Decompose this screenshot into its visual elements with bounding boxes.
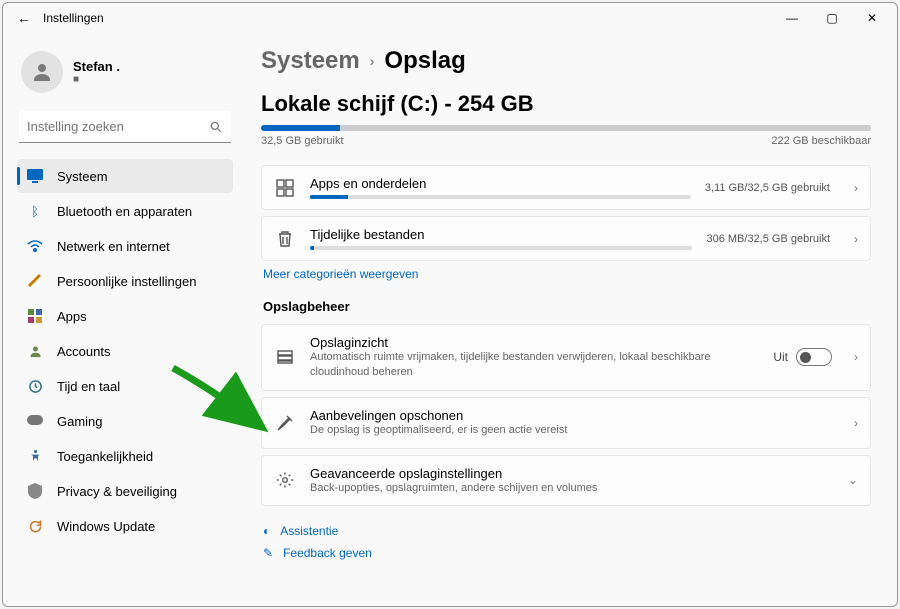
storage-sense-icon — [274, 348, 296, 366]
clock-icon — [27, 378, 43, 394]
sidebar-item-update[interactable]: Windows Update — [17, 509, 233, 543]
storage-sense-toggle[interactable] — [796, 348, 832, 366]
trash-icon — [274, 230, 296, 248]
chevron-down-icon: ⌄ — [848, 473, 858, 487]
card-right-text: 3,11 GB/32,5 GB gebruikt — [705, 182, 830, 194]
cleanup-card[interactable]: Aanbevelingen opschonen De opslag is geo… — [261, 397, 871, 449]
assist-link[interactable]: ◐ Assistentie — [261, 520, 871, 542]
sidebar-item-label: Systeem — [57, 169, 108, 184]
gaming-icon — [27, 413, 43, 429]
apps-icon — [27, 308, 43, 324]
chevron-right-icon: › — [854, 416, 858, 430]
link-label: Feedback geven — [283, 546, 372, 560]
feedback-link[interactable]: ✎ Feedback geven — [261, 542, 871, 564]
maximize-button[interactable]: ▢ — [813, 4, 851, 32]
sidebar-item-bluetooth[interactable]: ᛒ Bluetooth en apparaten — [17, 194, 233, 228]
card-sub: De opslag is geoptimaliseerd, er is geen… — [310, 423, 840, 438]
toggle-state-label: Uit — [773, 350, 788, 364]
card-title: Opslaginzicht — [310, 335, 759, 350]
sidebar-item-label: Gaming — [57, 414, 103, 429]
card-title: Aanbevelingen opschonen — [310, 408, 840, 423]
sidebar-item-apps[interactable]: Apps — [17, 299, 233, 333]
search-icon — [209, 120, 223, 134]
back-button[interactable]: ← — [9, 10, 39, 26]
card-title: Geavanceerde opslaginstellingen — [310, 466, 834, 481]
help-icon: ◐ — [263, 524, 270, 538]
sidebar-item-label: Windows Update — [57, 519, 155, 534]
sidebar-item-privacy[interactable]: Privacy & beveiliging — [17, 474, 233, 508]
breadcrumb-current: Opslag — [384, 47, 465, 75]
sidebar-item-label: Accounts — [57, 344, 110, 359]
sidebar-item-accessibility[interactable]: Toegankelijkheid — [17, 439, 233, 473]
brush-icon — [27, 273, 43, 289]
system-icon — [27, 168, 43, 184]
link-label: Assistentie — [280, 524, 338, 538]
sidebar-item-label: Bluetooth en apparaten — [57, 204, 192, 219]
accounts-icon — [27, 343, 43, 359]
sidebar-item-system[interactable]: Systeem — [17, 159, 233, 193]
card-title: Apps en onderdelen — [310, 176, 691, 191]
chevron-right-icon: › — [854, 350, 858, 364]
breadcrumb: Systeem › Opslag — [261, 47, 871, 75]
storage-temp-card[interactable]: Tijdelijke bestanden 306 MB/32,5 GB gebr… — [261, 216, 871, 261]
minimize-button[interactable]: — — [773, 4, 811, 32]
card-sub: Automatisch ruimte vrijmaken, tijdelijke… — [310, 350, 759, 380]
window-title: Instellingen — [39, 11, 773, 25]
sidebar-item-label: Tijd en taal — [57, 379, 120, 394]
chevron-right-icon: › — [370, 53, 375, 69]
accessibility-icon — [27, 448, 43, 464]
chevron-right-icon: › — [854, 181, 858, 195]
wifi-icon — [27, 238, 43, 254]
feedback-icon: ✎ — [263, 546, 273, 560]
search-box[interactable] — [19, 111, 231, 143]
card-sub: Back-upopties, opslagruimten, andere sch… — [310, 481, 834, 496]
section-heading: Opslagbeheer — [263, 299, 871, 314]
sidebar-item-label: Toegankelijkheid — [57, 449, 153, 464]
sidebar-item-personalization[interactable]: Persoonlijke instellingen — [17, 264, 233, 298]
advanced-storage-card[interactable]: Geavanceerde opslaginstellingen Back-upo… — [261, 455, 871, 507]
disk-title: Lokale schijf (C:) - 254 GB — [261, 91, 871, 117]
sidebar-item-gaming[interactable]: Gaming — [17, 404, 233, 438]
sidebar-item-label: Apps — [57, 309, 87, 324]
storage-apps-card[interactable]: Apps en onderdelen 3,11 GB/32,5 GB gebru… — [261, 165, 871, 210]
card-right-text: 306 MB/32,5 GB gebruikt — [706, 233, 830, 245]
apps-grid-icon — [274, 179, 296, 197]
user-sub: ■ — [73, 74, 120, 85]
shield-icon — [27, 483, 43, 499]
bluetooth-icon: ᛒ — [27, 203, 43, 219]
sidebar-item-time[interactable]: Tijd en taal — [17, 369, 233, 403]
sidebar-item-network[interactable]: Netwerk en internet — [17, 229, 233, 263]
storage-sense-card[interactable]: Opslaginzicht Automatisch ruimte vrijmak… — [261, 324, 871, 391]
sidebar-item-label: Persoonlijke instellingen — [57, 274, 196, 289]
user-profile[interactable]: Stefan . ■ — [17, 51, 233, 93]
breadcrumb-parent[interactable]: Systeem — [261, 47, 360, 75]
sidebar-item-label: Privacy & beveiliging — [57, 484, 177, 499]
close-button[interactable]: ✕ — [853, 4, 891, 32]
sidebar-item-label: Netwerk en internet — [57, 239, 170, 254]
disk-used-label: 32,5 GB gebruikt — [261, 135, 344, 147]
gear-icon — [274, 471, 296, 489]
broom-icon — [274, 414, 296, 432]
more-categories-link[interactable]: Meer categorieën weergeven — [263, 267, 871, 281]
disk-free-label: 222 GB beschikbaar — [771, 135, 871, 147]
sidebar-item-accounts[interactable]: Accounts — [17, 334, 233, 368]
update-icon — [27, 518, 43, 534]
chevron-right-icon: › — [854, 232, 858, 246]
disk-usage-bar — [261, 125, 871, 131]
avatar-icon — [21, 51, 63, 93]
search-input[interactable] — [27, 119, 209, 134]
user-name: Stefan . — [73, 59, 120, 74]
card-title: Tijdelijke bestanden — [310, 227, 692, 242]
